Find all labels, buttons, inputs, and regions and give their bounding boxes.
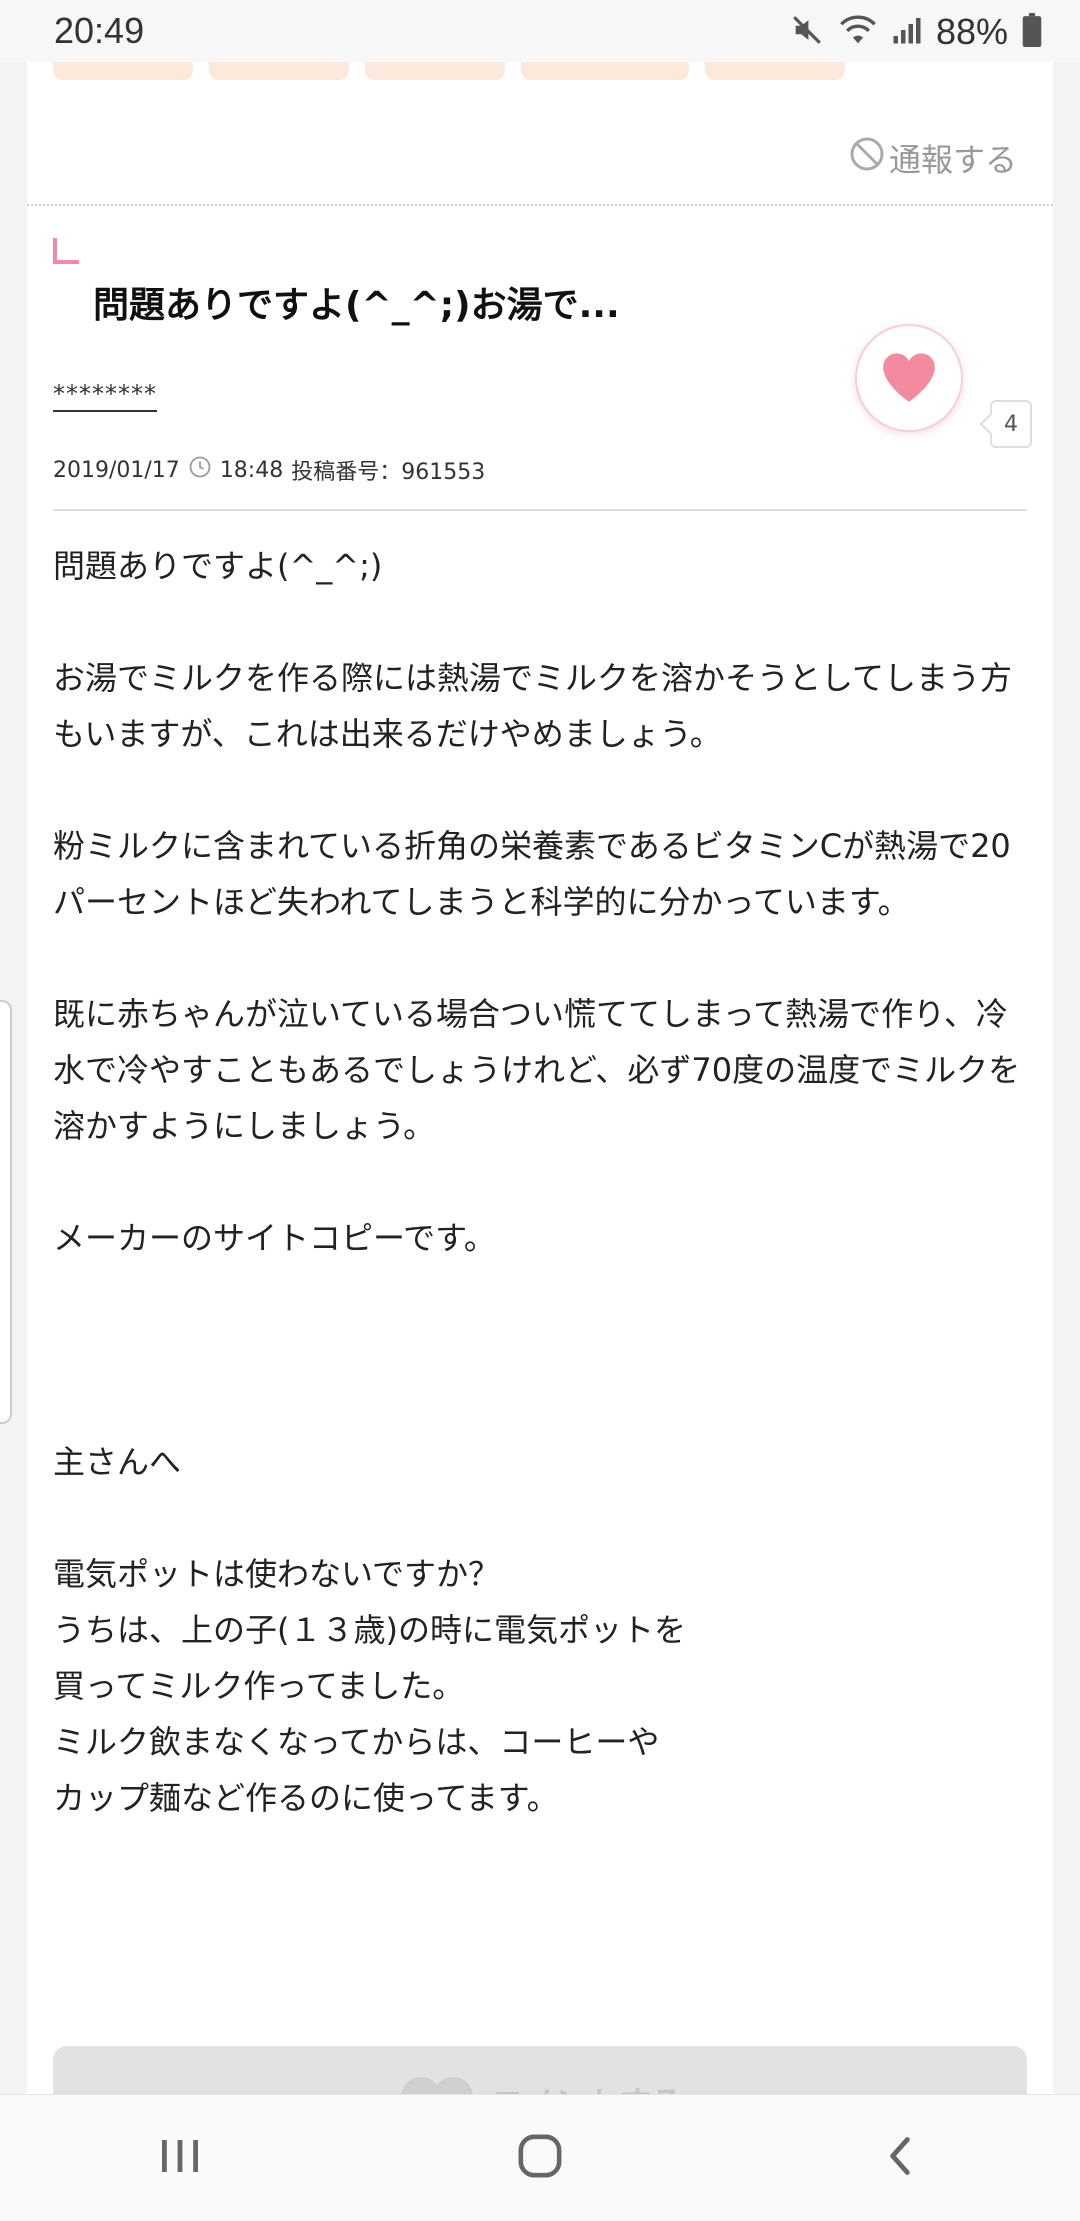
back-icon: [885, 2134, 915, 2182]
post-body-text: 問題ありですよ(^_^;) お湯でミルクを作る際には熱湯でミルクを溶かそうとして…: [53, 547, 1021, 1817]
report-label: 通報する: [888, 141, 1017, 179]
battery-icon: [1022, 13, 1042, 51]
status-time: 20:49: [54, 10, 145, 51]
post-time: 18:48: [219, 457, 284, 483]
like-count: 4: [990, 400, 1032, 448]
post-number: 投稿番号：961553: [291, 460, 486, 485]
report-button[interactable]: 通報する: [849, 135, 1017, 181]
post-title: 問題ありですよ(^_^;)お湯で...: [93, 285, 620, 326]
recent-apps-icon: [158, 2136, 202, 2180]
back-button[interactable]: [840, 2118, 960, 2198]
edge-panel-handle[interactable]: [0, 1000, 12, 1424]
post-card: ミルク ５ヶ月 ３人目 産婦人科 哺乳瓶 通報する 問題ありですよ(^_^;)お…: [27, 30, 1053, 2156]
prohibit-icon: [849, 136, 885, 180]
home-icon: [517, 2133, 563, 2183]
battery-percent: 88%: [935, 11, 1008, 52]
status-bar: 20:49 88%: [0, 0, 1080, 62]
home-button[interactable]: [480, 2118, 600, 2198]
like-button[interactable]: [857, 326, 961, 430]
clock-icon: [188, 455, 212, 485]
wifi-icon: [838, 13, 878, 51]
reply-mark-icon: [53, 238, 79, 264]
separator: [53, 509, 1027, 511]
heart-icon: [879, 349, 939, 407]
divider: [27, 204, 1053, 206]
author-name[interactable]: ********: [53, 380, 157, 412]
mute-icon: [790, 13, 824, 51]
recent-apps-button[interactable]: [120, 2118, 240, 2198]
navigation-bar: [0, 2094, 1080, 2221]
post-date: 2019/01/17: [53, 457, 180, 483]
signal-icon: [892, 15, 922, 49]
post-body: 問題ありですよ(^_^;) お湯でミルクを作る際には熱湯でミルクを溶かそうとして…: [53, 538, 1033, 1826]
post-meta: 2019/01/17 18:48 投稿番号：961553: [53, 454, 485, 486]
